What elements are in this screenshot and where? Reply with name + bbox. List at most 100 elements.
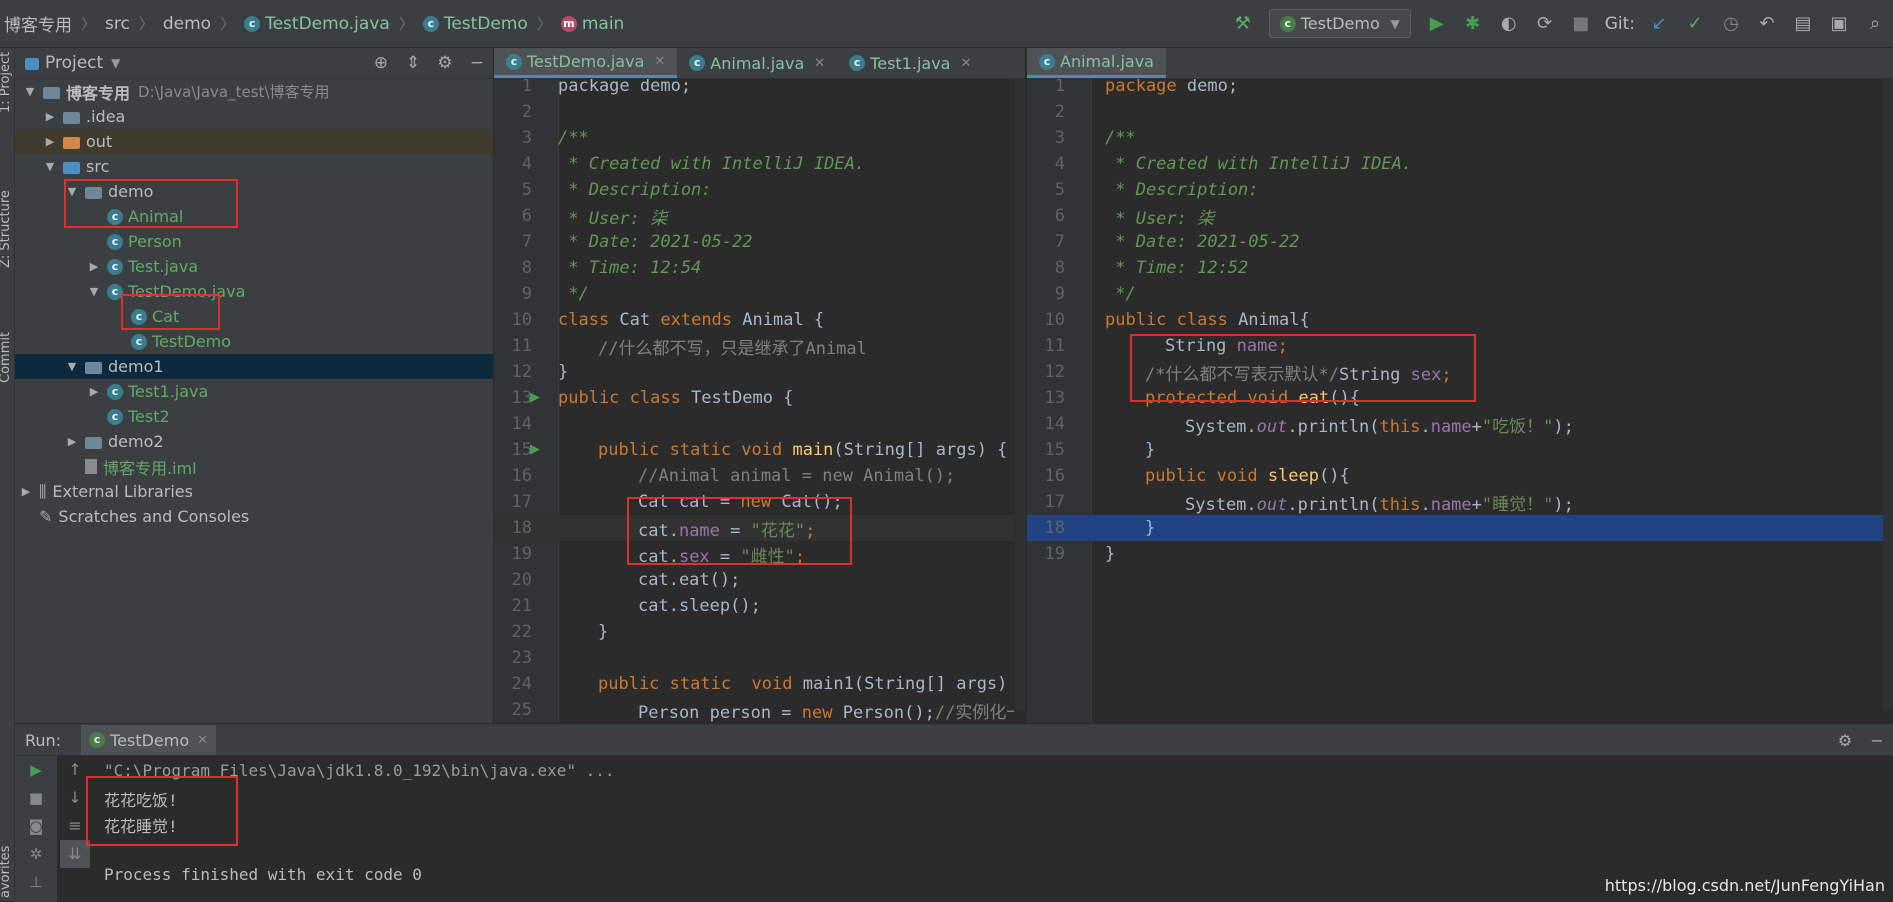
code-line[interactable]: 2 [1027, 99, 1883, 125]
project-structure-icon[interactable]: ▤ [1788, 9, 1818, 39]
tree-item-test2[interactable]: c Test2 [15, 404, 493, 429]
git-commit-check-icon[interactable]: ✓ [1680, 9, 1710, 39]
code-line[interactable]: 14 System.out.println(this.name+"吃饭！"); [1027, 411, 1883, 437]
code-line[interactable]: 12} [494, 359, 1014, 385]
tree-item-scratches[interactable]: ✎ Scratches and Consoles [15, 504, 493, 529]
tab-testdemo-java[interactable]: c TestDemo.java ✕ [494, 48, 678, 78]
code-line[interactable]: 23 [494, 645, 1014, 671]
project-tool-tab[interactable]: 1: Project [0, 52, 13, 113]
soft-wrap-icon[interactable]: ≡ [60, 812, 90, 840]
tree-item-test-java[interactable]: ▶ c Test.java [15, 254, 493, 279]
code-line[interactable]: 14 [494, 411, 1014, 437]
breadcrumb-class[interactable]: c TestDemo [419, 14, 532, 34]
chevron-down-icon[interactable]: ▼ [111, 56, 120, 70]
right-code-editor[interactable]: 1 package demo; 2 3 /** 4 * Created with Inte… [1027, 79, 1883, 723]
tree-item-testdemo[interactable]: c TestDemo [15, 329, 493, 354]
code-line[interactable]: 4 * Created with IntelliJ IDEA. [1027, 151, 1883, 177]
code-line[interactable]: 13 protected void eat(){ [1027, 385, 1883, 411]
code-line[interactable]: 20 cat.eat(); [494, 567, 1014, 593]
code-line[interactable]: 3 /** [494, 125, 1014, 151]
breadcrumb-demo[interactable]: demo [159, 14, 215, 34]
code-line[interactable]: 16 public void sleep(){ [1027, 463, 1883, 489]
run-tab-testdemo[interactable]: c TestDemo ✕ [81, 725, 217, 755]
left-editor-scrollbar[interactable] [1015, 79, 1025, 709]
settings-icon[interactable]: ✲ [15, 840, 57, 868]
pin-icon[interactable]: ⊥ [15, 868, 57, 896]
tree-item-test1-java[interactable]: ▶ c Test1.java [15, 379, 493, 404]
structure-tool-tab[interactable]: Z: Structure [0, 190, 13, 268]
run-configuration-select[interactable]: c TestDemo ▼ [1268, 9, 1411, 38]
close-icon[interactable]: ✕ [197, 733, 208, 748]
code-line[interactable]: 3 /** [1027, 125, 1883, 151]
breadcrumb-method[interactable]: m main [557, 14, 628, 34]
build-hammer-icon[interactable]: ⚒ [1228, 9, 1258, 39]
gear-icon[interactable]: ⚙ [1829, 731, 1861, 750]
tree-item-cat[interactable]: c Cat [15, 304, 493, 329]
tree-item-src[interactable]: ▼ src [15, 154, 493, 179]
tab-animal-java[interactable]: c Animal.java ✕ [677, 48, 837, 78]
code-line[interactable]: 19} [1027, 541, 1883, 567]
code-line[interactable]: 6 * User: 柒 [1027, 203, 1883, 229]
project-panel-title[interactable]: Project [45, 53, 103, 73]
search-icon[interactable]: ⌕ [1860, 9, 1890, 39]
gear-icon[interactable]: ⚙ [429, 53, 461, 73]
close-icon[interactable]: ✕ [814, 56, 825, 71]
tree-item-external-libraries[interactable]: ▶ ⫼ External Libraries [15, 479, 493, 504]
code-line[interactable]: 5 * Description: [494, 177, 1014, 203]
minimize-icon[interactable]: − [461, 53, 493, 73]
collapse-all-icon[interactable]: ⇕ [397, 53, 429, 73]
code-line[interactable]: 8 * Time: 12:54 [494, 255, 1014, 281]
run-gutter-icon[interactable]: ▶ [530, 442, 540, 457]
code-line[interactable]: 22} [494, 619, 1014, 645]
code-line[interactable]: 24 public static void main1(String[] args… [494, 671, 1014, 697]
scroll-to-end-icon[interactable]: ⇊ [60, 840, 90, 868]
camera-icon[interactable]: ◙ [15, 812, 57, 840]
rollback-icon[interactable]: ↶ [1752, 9, 1782, 39]
rerun-icon[interactable]: ▶ [15, 756, 57, 784]
profile-icon[interactable]: ⟳ [1530, 9, 1560, 39]
debug-bug-icon[interactable]: ✱ [1458, 9, 1488, 39]
tree-item-animal[interactable]: c Animal [15, 204, 493, 229]
tab-animal-java-right[interactable]: c Animal.java [1027, 48, 1166, 78]
locate-target-icon[interactable]: ⊕ [365, 53, 397, 73]
code-line[interactable]: 1 package demo; [494, 79, 1014, 99]
code-line[interactable]: 7 * Date: 2021-05-22 [494, 229, 1014, 255]
tree-item-demo[interactable]: ▼ demo [15, 179, 493, 204]
stop-icon[interactable]: ■ [15, 784, 57, 812]
layout-icon[interactable]: ▣ [1824, 9, 1854, 39]
tree-item-testdemo-java[interactable]: ▼ c TestDemo.java [15, 279, 493, 304]
code-line[interactable]: 8 * Time: 12:52 [1027, 255, 1883, 281]
close-icon[interactable]: ✕ [654, 54, 665, 69]
git-history-clock-icon[interactable]: ◷ [1716, 9, 1746, 39]
code-line[interactable]: 12 /*什么都不写表示默认*/String sex; [1027, 359, 1883, 385]
code-line[interactable]: 6 * User: 柒 [494, 203, 1014, 229]
code-line[interactable]: 7 * Date: 2021-05-22 [1027, 229, 1883, 255]
tree-item-idea[interactable]: ▶ .idea [15, 104, 493, 129]
tree-item-person[interactable]: c Person [15, 229, 493, 254]
code-line[interactable]: 21 cat.sleep(); [494, 593, 1014, 619]
code-line[interactable]: 17 System.out.println(this.name+"睡觉！"); [1027, 489, 1883, 515]
tree-item-out[interactable]: ▶ out [15, 129, 493, 154]
code-line[interactable]: 15} [1027, 437, 1883, 463]
code-line[interactable]: 10 class Cat extends Animal { [494, 307, 1014, 333]
right-editor-scrollbar[interactable] [1883, 79, 1893, 709]
tab-test1-java[interactable]: c Test1.java ✕ [837, 48, 983, 78]
code-line[interactable]: 13 public class TestDemo { [494, 385, 1014, 411]
run-gutter-icon[interactable]: ▶ [530, 390, 540, 405]
down-arrow-icon[interactable]: ↓ [60, 784, 90, 812]
code-line[interactable]: 11 //什么都不写，只是继承了Animal [494, 333, 1014, 359]
breadcrumb-project[interactable]: 博客专用 [0, 11, 76, 36]
tree-root[interactable]: ▼ 博客专用 D:\Java\Java_test\博客专用 [15, 79, 493, 104]
up-arrow-icon[interactable]: ↑ [60, 756, 90, 784]
code-line[interactable]: 18 cat.name = "花花"; [494, 515, 1014, 541]
breadcrumb-file[interactable]: c TestDemo.java [240, 14, 394, 34]
favorites-tool-tab[interactable]: avorites [0, 846, 13, 898]
code-line[interactable]: 25 Person person = new Person();//实例化一 [494, 697, 1014, 723]
stop-icon[interactable]: ■ [1566, 9, 1596, 39]
code-line[interactable]: 10 public class Animal{ [1027, 307, 1883, 333]
tree-item-demo2[interactable]: ▶ demo2 [15, 429, 493, 454]
code-line[interactable]: 2 [494, 99, 1014, 125]
code-line[interactable]: 5 * Description: [1027, 177, 1883, 203]
code-line[interactable]: 9 */ [494, 281, 1014, 307]
code-line[interactable]: 4 * Created with IntelliJ IDEA. [494, 151, 1014, 177]
